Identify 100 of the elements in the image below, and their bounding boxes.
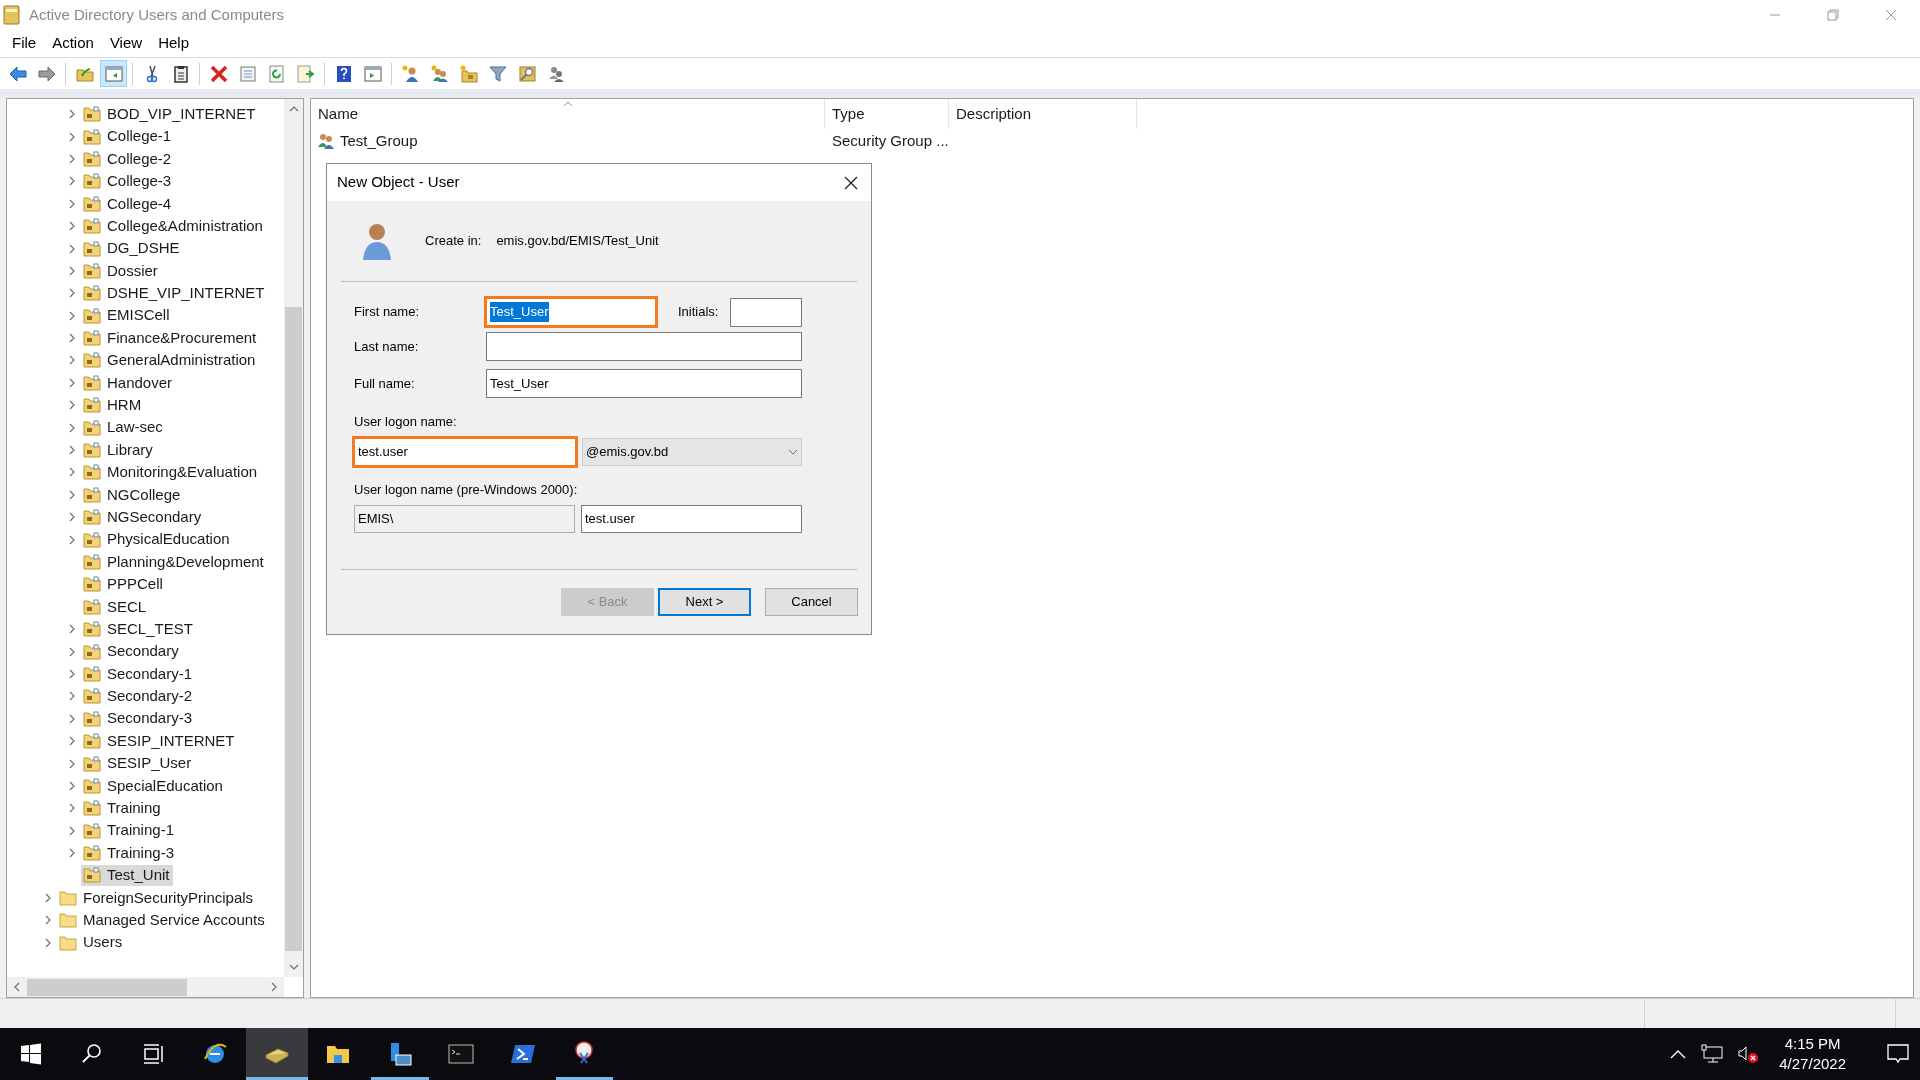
folder-icon: [59, 911, 77, 930]
folder-icon: [83, 105, 101, 124]
group-icon: [316, 131, 336, 151]
folder-icon: [83, 149, 101, 168]
tree-item[interactable]: NGCollege: [81, 484, 184, 506]
create-in-path: emis.gov.bd/EMIS/Test_Unit: [496, 232, 659, 251]
tree-item[interactable]: Secondary: [81, 641, 182, 663]
window-title: Active Directory Users and Computers: [29, 4, 285, 25]
tree-item[interactable]: Library: [81, 439, 156, 461]
tree-item[interactable]: Handover: [81, 372, 176, 394]
network-monitor-icon[interactable]: [1701, 1044, 1724, 1064]
vertical-scrollbar[interactable]: [284, 99, 303, 977]
full-name-field[interactable]: Test_User: [486, 369, 802, 398]
directory-app-button[interactable]: [246, 1028, 308, 1080]
tree-item[interactable]: College&Administration: [81, 215, 266, 237]
horizontal-scrollbar[interactable]: [7, 977, 284, 997]
tree-item[interactable]: ForeignSecurityPrincipals: [57, 887, 257, 909]
tree-item[interactable]: College-2: [81, 148, 175, 170]
tree-item[interactable]: Dossier: [81, 260, 161, 282]
tree-item[interactable]: NGSecondary: [81, 506, 205, 528]
folder-icon: [83, 418, 101, 437]
dialog-button[interactable]: Next >: [658, 588, 751, 616]
menu-item[interactable]: Help: [150, 30, 197, 57]
folder-icon: [83, 261, 101, 280]
menu-item[interactable]: Action: [44, 30, 102, 57]
menu-item[interactable]: View: [101, 30, 151, 57]
folder-icon: [83, 530, 101, 549]
folder-icon: [83, 441, 101, 460]
console-tree-button[interactable]: [100, 60, 127, 87]
tree-item[interactable]: SECL_TEST: [81, 618, 196, 640]
folder-icon: [83, 821, 101, 840]
folder-icon: [83, 217, 101, 236]
clock[interactable]: 4:15 PM 4/27/2022: [1773, 1034, 1852, 1074]
field-label: User logon name:: [354, 413, 458, 431]
menu-item[interactable]: File: [4, 30, 45, 57]
table-cell: Test_Group: [311, 129, 825, 153]
terminal-icon: [448, 1041, 475, 1067]
folder-icon: [83, 754, 101, 773]
tree-item[interactable]: Law-sec: [81, 417, 166, 439]
folder-icon: [83, 687, 101, 706]
export-list-icon: [295, 63, 316, 84]
tree-item[interactable]: Managed Service Accounts: [57, 909, 268, 931]
tree-item[interactable]: SECL: [81, 596, 150, 618]
tree-item[interactable]: Test_Unit: [81, 864, 173, 886]
tree-item[interactable]: BOD_VIP_INTERNET: [81, 103, 259, 125]
tree-item[interactable]: Users: [57, 932, 126, 954]
tree-item[interactable]: Secondary-2: [81, 685, 196, 707]
caret-icon: [788, 448, 798, 455]
tree-item[interactable]: Planning&Development: [81, 551, 267, 573]
last-name-field[interactable]: [486, 332, 802, 361]
notifications-icon[interactable]: [1886, 1043, 1910, 1065]
panel-icon: [362, 63, 383, 84]
dialog-button[interactable]: Cancel: [765, 588, 858, 616]
folder-icon: [83, 306, 101, 325]
properties-icon: [237, 63, 258, 84]
tree-item[interactable]: SpecialEducation: [81, 775, 226, 797]
folder-icon: [83, 284, 101, 303]
tree-item[interactable]: Secondary-3: [81, 708, 196, 730]
column-header[interactable]: Description: [949, 99, 1137, 129]
tree-item[interactable]: HRM: [81, 394, 145, 416]
initials-field[interactable]: [730, 297, 802, 327]
tree-item[interactable]: Finance&Procurement: [81, 327, 260, 349]
delete-x-icon: [208, 63, 229, 84]
tree-item[interactable]: Training-1: [81, 820, 177, 842]
tree-item[interactable]: SESIP_INTERNET: [81, 730, 238, 752]
tree-item[interactable]: College-1: [81, 126, 175, 148]
pre-windows-logon-field[interactable]: test.user: [581, 505, 802, 533]
first-name-field[interactable]: Test_User: [484, 296, 658, 328]
folder-icon: [83, 463, 101, 482]
chevron-up-icon[interactable]: [1669, 1048, 1688, 1060]
column-header[interactable]: Type: [825, 99, 949, 129]
scrollbar-thumb[interactable]: [27, 978, 187, 996]
logon-name-field[interactable]: test.user: [352, 435, 578, 468]
tree-item[interactable]: College-3: [81, 170, 175, 192]
tree-item[interactable]: Training-3: [81, 842, 177, 864]
folder-icon: [83, 553, 101, 571]
dialog-title: New Object - User: [337, 172, 460, 193]
tree-item[interactable]: SESIP_User: [81, 753, 195, 774]
close-icon: [844, 175, 858, 190]
scrollbar-thumb[interactable]: [285, 307, 302, 951]
tree-item[interactable]: DSHE_VIP_INTERNET: [81, 282, 268, 304]
folder-icon: [83, 239, 101, 258]
field-label: User logon name (pre-Windows 2000):: [354, 480, 579, 499]
folder-icon: [59, 933, 77, 952]
tree-item[interactable]: GeneralAdministration: [81, 350, 259, 371]
tree-item[interactable]: PhysicalEducation: [81, 529, 233, 551]
netbios-domain-field[interactable]: EMIS\: [354, 505, 575, 533]
folder-icon: [83, 732, 101, 751]
domain-dropdown[interactable]: @emis.gov.bd: [582, 437, 802, 466]
folder-icon: [83, 844, 101, 863]
column-header[interactable]: Name: [311, 99, 825, 129]
muted-speaker-icon[interactable]: [1737, 1044, 1760, 1064]
tree-item[interactable]: Training: [81, 797, 164, 819]
tree-item[interactable]: PPPCell: [81, 573, 166, 595]
tree-item[interactable]: Secondary-1: [81, 663, 196, 685]
tree-item[interactable]: Monitoring&Evaluation: [81, 461, 261, 483]
refresh-icon: [266, 63, 287, 84]
tree-item[interactable]: DG_DSHE: [81, 238, 183, 260]
tree-item[interactable]: EMISCell: [81, 305, 173, 327]
tree-item[interactable]: College-4: [81, 193, 175, 215]
